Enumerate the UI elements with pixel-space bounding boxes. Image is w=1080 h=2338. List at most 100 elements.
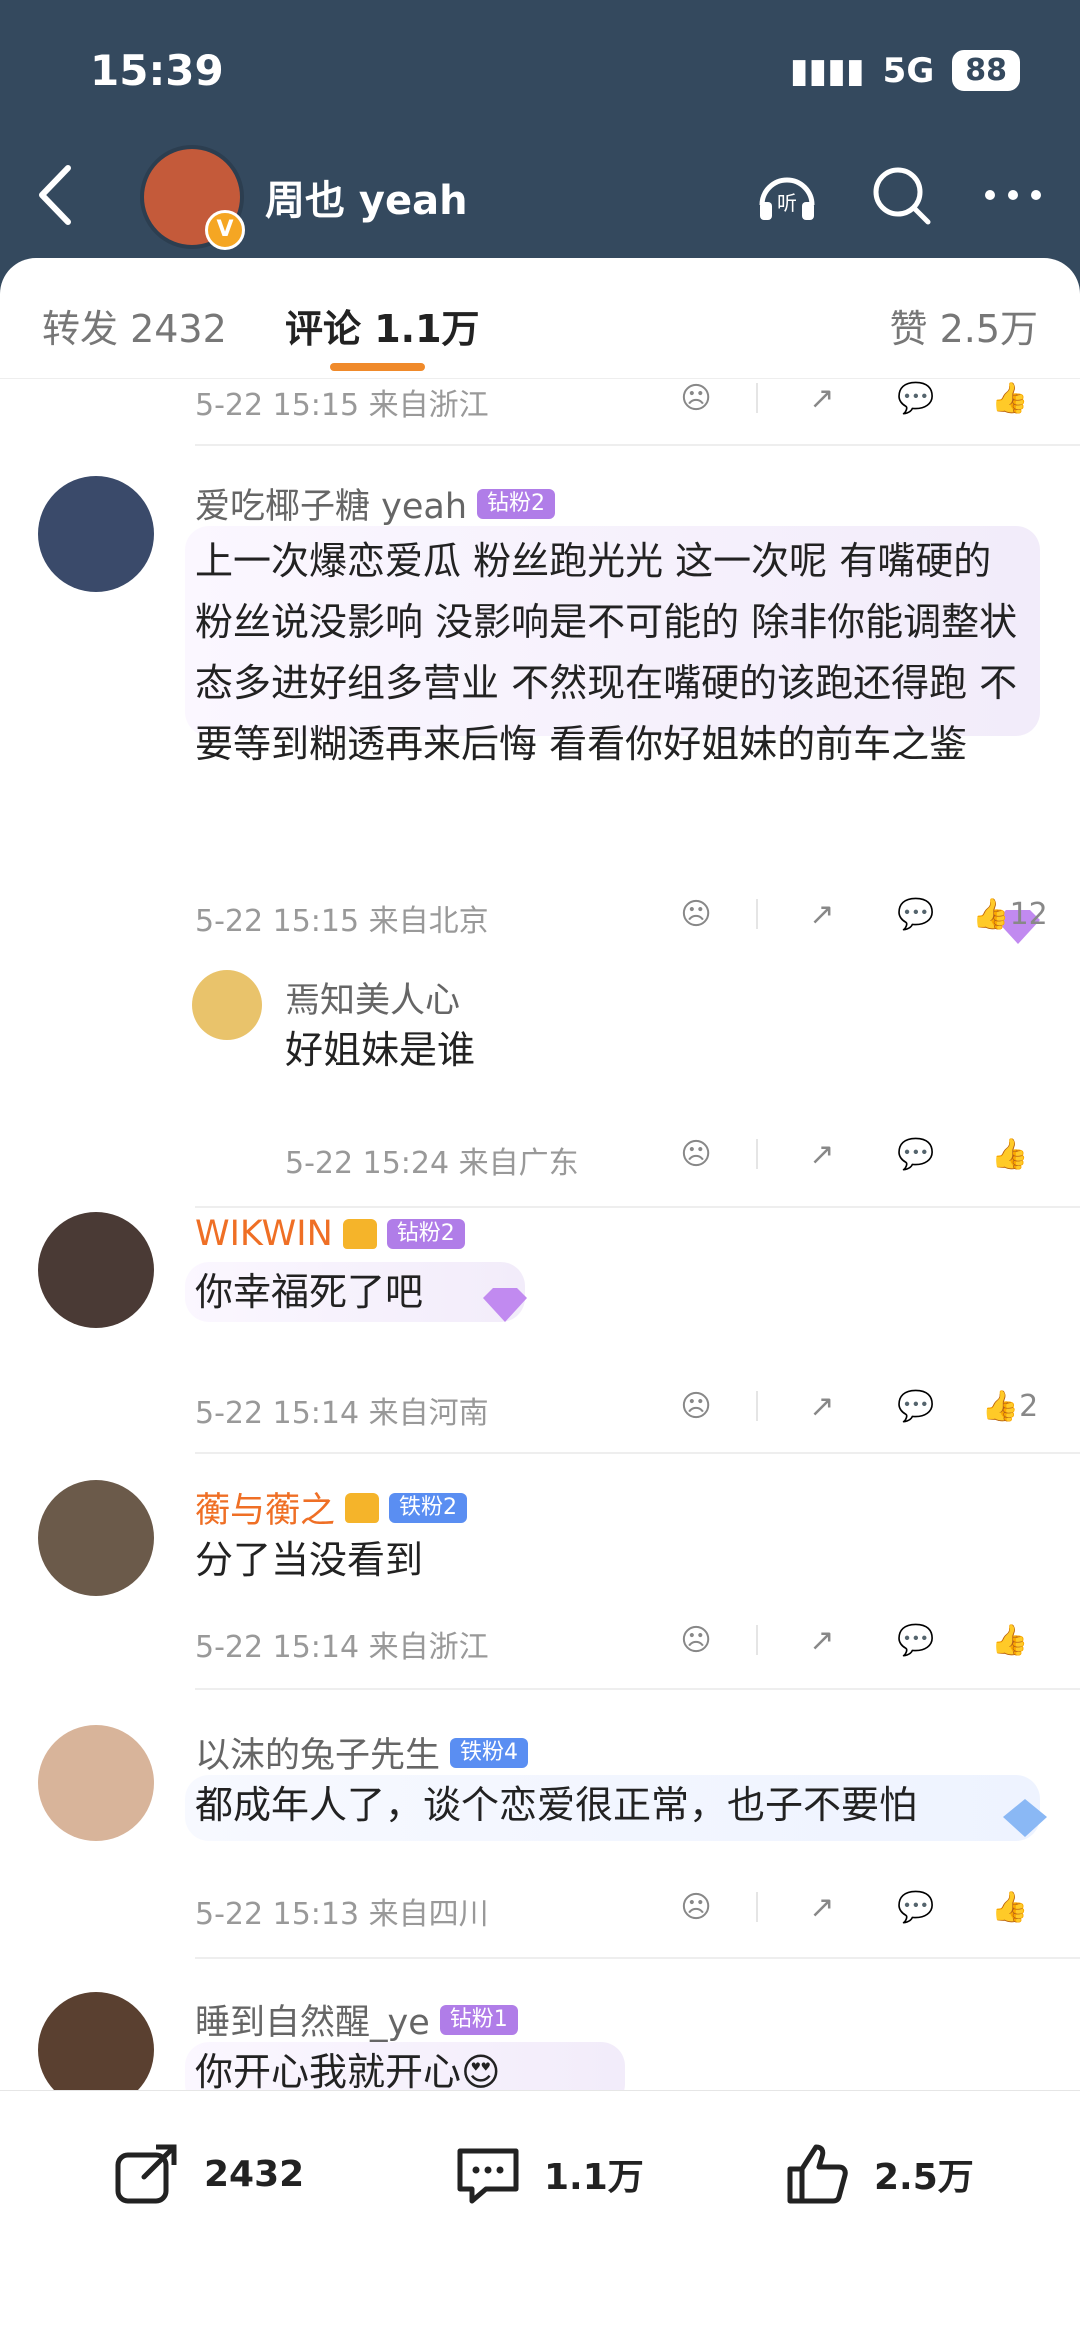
- commenter-avatar[interactable]: [38, 1480, 154, 1596]
- replier-avatar[interactable]: [192, 970, 262, 1040]
- active-tab-indicator: [330, 363, 425, 371]
- like-icon[interactable]: 👍: [980, 380, 1040, 420]
- like-icon[interactable]: 👍: [980, 1618, 1040, 1662]
- top-header: 15:39 ▮▮▮▮ 5G 88 V 周也 yeah 听: [0, 0, 1080, 300]
- commenter-name[interactable]: 睡到自然醒_ye 钻粉1: [195, 1994, 518, 2045]
- comment-meta: 5-22 15:13 来自四川: [195, 1897, 489, 1932]
- comment-meta: 5-22 15:15 来自北京: [195, 904, 489, 939]
- comment-count: 1.1万: [544, 2157, 644, 2198]
- dislike-icon[interactable]: ☹: [666, 1384, 726, 1428]
- divider: [195, 1688, 1080, 1690]
- divider: [195, 444, 1080, 446]
- commenter-name[interactable]: 以沫的兔子先生 铁粉4: [195, 1727, 529, 1778]
- reply-actions: ☹ ↗ 💬 👍: [632, 1132, 1040, 1176]
- like-icon[interactable]: 👍 12: [972, 892, 1048, 936]
- commenter-name[interactable]: 爱吃椰子糖 yeah 钻粉2: [195, 478, 556, 529]
- fan-badge: 铁粉4: [450, 1737, 529, 1768]
- comment-actions: ☹ ↗ 💬 👍: [632, 380, 1040, 420]
- commenter-name[interactable]: WIKWIN 钻粉2: [195, 1214, 465, 1254]
- share-icon[interactable]: ↗: [792, 1384, 852, 1428]
- repost-count: 2432: [204, 2153, 305, 2195]
- comment-button[interactable]: 1.1万: [452, 2141, 644, 2207]
- repost-button[interactable]: 2432: [112, 2141, 304, 2207]
- crown-icon: [342, 1219, 377, 1249]
- divider: [195, 1452, 1080, 1454]
- comment-meta: 5-22 15:14 来自河南: [195, 1396, 489, 1431]
- commenter-name-text: 蘅与蘅之: [195, 1491, 336, 1531]
- like-count: 12: [1009, 896, 1048, 932]
- comment-actions: ☹ ↗ 💬 👍 2: [632, 1384, 1040, 1428]
- reply-text: 好姐妹是谁: [285, 1028, 476, 1072]
- crown-icon: [345, 1492, 380, 1523]
- commenter-name-text: 睡到自然醒_ye: [195, 2003, 430, 2043]
- reply-meta: 5-22 15:24 来自广东: [285, 1146, 579, 1181]
- like-icon[interactable]: 👍 2: [980, 1384, 1040, 1428]
- more-icon[interactable]: [978, 160, 1048, 230]
- commenter-name[interactable]: 蘅与蘅之 铁粉2: [195, 1482, 468, 1533]
- reply-icon[interactable]: 💬: [886, 380, 946, 420]
- battery-indicator: 88: [952, 50, 1020, 91]
- commenter-name-text: 以沫的兔子先生: [195, 1736, 441, 1776]
- reply-icon[interactable]: 💬: [886, 1618, 946, 1662]
- comment-meta: 5-22 15:14 来自浙江: [195, 1630, 489, 1665]
- search-icon[interactable]: [866, 160, 936, 230]
- comment-text: 分了当没看到: [195, 1538, 424, 1582]
- back-icon[interactable]: [30, 160, 80, 230]
- comment-text: 你开心我就开心😍: [195, 2050, 501, 2090]
- dislike-icon[interactable]: ☹: [666, 380, 726, 420]
- fan-badge: 铁粉2: [389, 1492, 468, 1523]
- comment-text: 你幸福死了吧: [195, 1270, 424, 1314]
- bottom-action-bar: 2432 1.1万 2.5万: [0, 2090, 1080, 2338]
- like-icon[interactable]: 👍: [980, 1885, 1040, 1929]
- repost-icon: [115, 2144, 177, 2204]
- commenter-avatar[interactable]: [38, 1992, 154, 2090]
- diamond-icon: [1003, 1799, 1047, 1837]
- user-name[interactable]: 周也 yeah: [265, 168, 468, 226]
- share-icon[interactable]: ↗: [792, 1132, 852, 1176]
- comment-feed[interactable]: 5-22 15:15 来自浙江 ☹ ↗ 💬 👍 爱吃椰子糖 yeah 钻粉2 上一…: [0, 380, 1080, 2090]
- commenter-avatar[interactable]: [38, 1725, 154, 1841]
- commenter-name-text: WIKWIN: [195, 1214, 333, 1254]
- dislike-icon[interactable]: ☹: [666, 892, 726, 936]
- like-icon[interactable]: 👍: [980, 1132, 1040, 1176]
- dislike-icon[interactable]: ☹: [666, 1132, 726, 1176]
- status-indicators: ▮▮▮▮ 5G 88: [790, 50, 1020, 91]
- listen-icon[interactable]: 听: [752, 160, 822, 230]
- share-icon[interactable]: ↗: [792, 1618, 852, 1662]
- comment-actions: ☹ ↗ 💬 👍: [632, 1885, 1040, 1929]
- tab-repost[interactable]: 转发 2432: [42, 298, 227, 353]
- comment-actions: ☹ ↗ 💬 👍 12: [632, 892, 1048, 936]
- reply-icon[interactable]: 💬: [886, 1132, 946, 1176]
- share-icon[interactable]: ↗: [792, 380, 852, 420]
- tab-comments[interactable]: 评论 1.1万: [285, 298, 480, 353]
- divider: [195, 1206, 1080, 1208]
- tab-likes[interactable]: 赞 2.5万: [889, 298, 1038, 353]
- fan-badge: 钻粉1: [439, 2004, 518, 2035]
- like-count: 2: [1019, 1388, 1039, 1424]
- thumbs-up-icon: [787, 2144, 848, 2204]
- like-count: 2.5万: [874, 2157, 974, 2198]
- comment-text: 上一次爆恋爱瓜 粉丝跑光光 这一次呢 有嘴硬的粉丝说没影响 没影响是不可能的 除…: [195, 539, 1018, 766]
- divider: [195, 1957, 1080, 1959]
- replier-name[interactable]: 焉知美人心: [285, 972, 460, 1023]
- verified-badge: V: [205, 210, 245, 250]
- status-time: 15:39: [90, 46, 224, 95]
- share-icon[interactable]: ↗: [792, 892, 852, 936]
- commenter-avatar[interactable]: [38, 1212, 154, 1328]
- reply-icon[interactable]: 💬: [886, 1885, 946, 1929]
- dislike-icon[interactable]: ☹: [666, 1885, 726, 1929]
- like-button[interactable]: 2.5万: [782, 2141, 974, 2207]
- comment-text: 都成年人了，谈个恋爱很正常，也子不要怕: [195, 1783, 918, 1827]
- reply-icon[interactable]: 💬: [886, 1384, 946, 1428]
- comment-icon: [457, 2148, 519, 2204]
- diamond-icon: [483, 1288, 527, 1322]
- share-icon[interactable]: ↗: [792, 1885, 852, 1929]
- reply-icon[interactable]: 💬: [886, 892, 946, 936]
- dislike-icon[interactable]: ☹: [666, 1618, 726, 1662]
- commenter-avatar[interactable]: [38, 476, 154, 592]
- comment-meta: 5-22 15:15 来自浙江: [195, 388, 489, 423]
- commenter-name-text: 爱吃椰子糖 yeah: [195, 487, 468, 527]
- comment-actions: ☹ ↗ 💬 👍: [632, 1618, 1040, 1662]
- svg-text:听: 听: [777, 191, 797, 215]
- network-label: 5G: [882, 50, 935, 91]
